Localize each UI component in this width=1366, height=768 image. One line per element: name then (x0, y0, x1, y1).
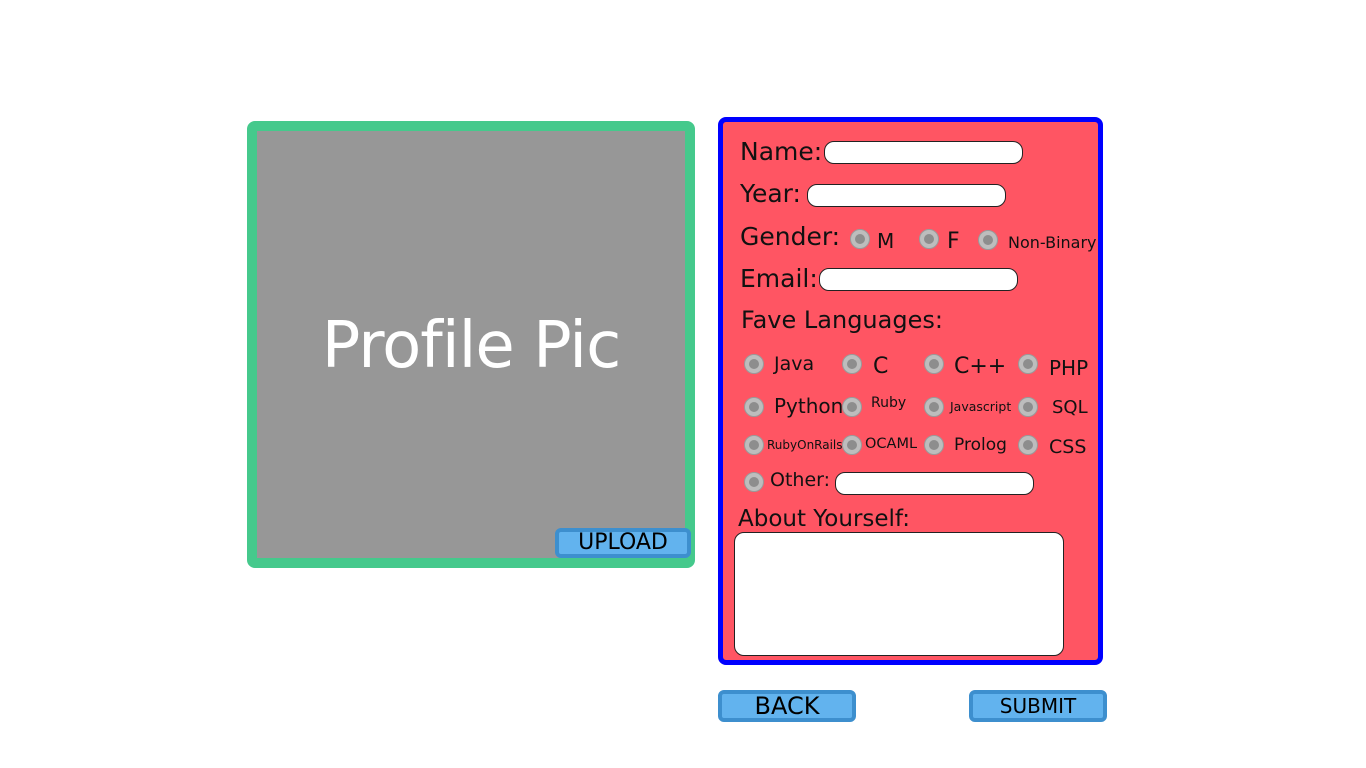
gender-label: Gender: (740, 222, 841, 251)
about-label: About Yourself: (738, 506, 910, 532)
gender-option-non-binary: Non-Binary (1008, 233, 1097, 252)
name-field[interactable] (824, 141, 1023, 164)
lang-radio-c[interactable] (842, 354, 862, 374)
lang-radio-other[interactable] (744, 472, 764, 492)
lang-radio-cpp[interactable] (924, 354, 944, 374)
profile-pic-label: Profile Pic (321, 309, 622, 383)
lang-radio-prolog[interactable] (924, 435, 944, 455)
lang-label-php: PHP (1049, 356, 1089, 380)
lang-label-rubyonrails: RubyOnRails (767, 438, 843, 452)
lang-radio-rubyonrails[interactable] (744, 435, 764, 455)
lang-label-css: CSS (1049, 436, 1087, 458)
upload-button[interactable]: UPLOAD (555, 528, 691, 558)
lang-radio-java[interactable] (744, 354, 764, 374)
gender-radio-non-binary[interactable] (978, 230, 998, 250)
languages-label: Fave Languages: (741, 306, 943, 334)
lang-radio-php[interactable] (1018, 354, 1038, 374)
year-label: Year: (740, 179, 801, 208)
profile-form: Name: Year: Gender: M F Non-Binary Email… (718, 117, 1103, 665)
email-field[interactable] (819, 268, 1018, 291)
back-button[interactable]: BACK (718, 690, 856, 722)
other-language-field[interactable] (835, 472, 1034, 495)
lang-radio-javascript[interactable] (924, 397, 944, 417)
lang-label-javascript: Javascript (950, 399, 1012, 414)
other-label: Other: (770, 469, 831, 491)
lang-radio-sql[interactable] (1018, 397, 1038, 417)
email-label: Email: (740, 264, 818, 293)
about-textarea[interactable] (734, 532, 1064, 656)
lang-label-prolog: Prolog (954, 435, 1007, 455)
lang-label-java: Java (774, 353, 815, 375)
gender-radio-f[interactable] (919, 229, 939, 249)
lang-label-cpp: C++ (954, 354, 1007, 379)
profile-pic-panel: Profile Pic UPLOAD (247, 121, 695, 568)
lang-label-c: C (873, 354, 889, 379)
lang-label-python: Python (774, 394, 844, 418)
lang-label-ocaml: OCAML (865, 436, 918, 452)
gender-option-m: M (877, 229, 895, 253)
gender-option-f: F (947, 229, 960, 254)
lang-radio-ruby[interactable] (842, 397, 862, 417)
lang-label-ruby: Ruby (871, 395, 907, 411)
lang-radio-ocaml[interactable] (842, 435, 862, 455)
lang-radio-python[interactable] (744, 397, 764, 417)
name-label: Name: (740, 137, 823, 166)
year-field[interactable] (807, 184, 1006, 207)
submit-button[interactable]: SUBMIT (969, 690, 1107, 722)
lang-label-sql: SQL (1052, 397, 1088, 418)
gender-radio-m[interactable] (850, 229, 870, 249)
lang-radio-css[interactable] (1018, 435, 1038, 455)
